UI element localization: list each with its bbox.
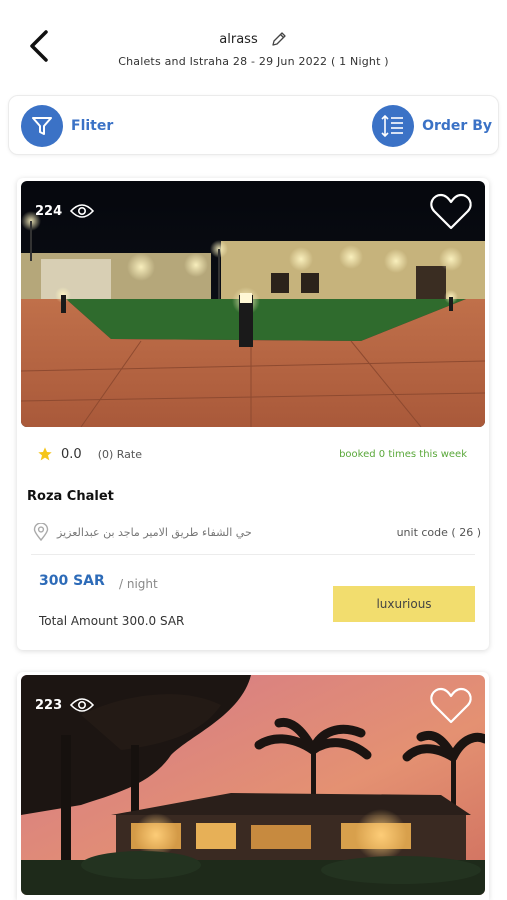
filter-icon xyxy=(21,105,63,147)
location-pin-icon xyxy=(33,523,49,541)
total-amount: Total Amount 300.0 SAR xyxy=(39,614,185,628)
chalet-photo[interactable]: 223 xyxy=(21,675,485,895)
location-row: حي الشفاء طريق الامير ماجد بن عبدالعزيز xyxy=(33,523,252,541)
eye-icon xyxy=(70,204,95,218)
favorite-heart-icon[interactable] xyxy=(429,192,473,232)
filter-button[interactable]: Fliter xyxy=(21,105,114,147)
listing-card[interactable]: 223 xyxy=(17,672,489,900)
filter-bar: Fliter Order By xyxy=(8,95,499,155)
view-count: 223 xyxy=(35,697,95,713)
pencil-icon[interactable] xyxy=(270,30,288,48)
favorite-heart-icon[interactable] xyxy=(429,686,473,726)
category-tag-button[interactable]: luxurious xyxy=(333,586,475,622)
price: 300 SAR xyxy=(39,573,105,589)
search-summary: Chalets and Istraha 28 - 29 Jun 2022 ( 1… xyxy=(118,55,389,68)
header: alrass Chalets and Istraha 28 - 29 Jun 2… xyxy=(0,0,507,90)
view-count-value: 224 xyxy=(35,203,63,219)
rating-row: 0.0 (0) Rate xyxy=(37,446,142,462)
divider xyxy=(31,554,475,555)
rating-value: 0.0 xyxy=(61,446,82,462)
per-night-label: / night xyxy=(119,577,158,591)
view-count: 224 xyxy=(35,203,95,219)
filter-label: Fliter xyxy=(71,118,114,134)
eye-icon xyxy=(70,698,95,712)
page-title: alrass xyxy=(219,31,258,47)
listing-card[interactable]: 224 0.0 (0) Rate booked 0 times this wee… xyxy=(17,178,489,650)
star-icon xyxy=(38,447,52,461)
rating-count: (0) Rate xyxy=(97,447,142,461)
order-by-label: Order By xyxy=(422,118,492,134)
booked-count: booked 0 times this week xyxy=(339,449,467,460)
chalet-photo[interactable]: 224 xyxy=(21,181,485,427)
chalet-name[interactable]: Roza Chalet xyxy=(27,489,114,504)
unit-code: unit code ( 26 ) xyxy=(396,526,481,539)
header-title-row: alrass xyxy=(0,30,507,48)
view-count-value: 223 xyxy=(35,697,63,713)
location-text: حي الشفاء طريق الامير ماجد بن عبدالعزيز xyxy=(57,525,252,539)
sort-icon xyxy=(372,105,415,147)
order-by-button[interactable]: Order By xyxy=(372,105,492,147)
